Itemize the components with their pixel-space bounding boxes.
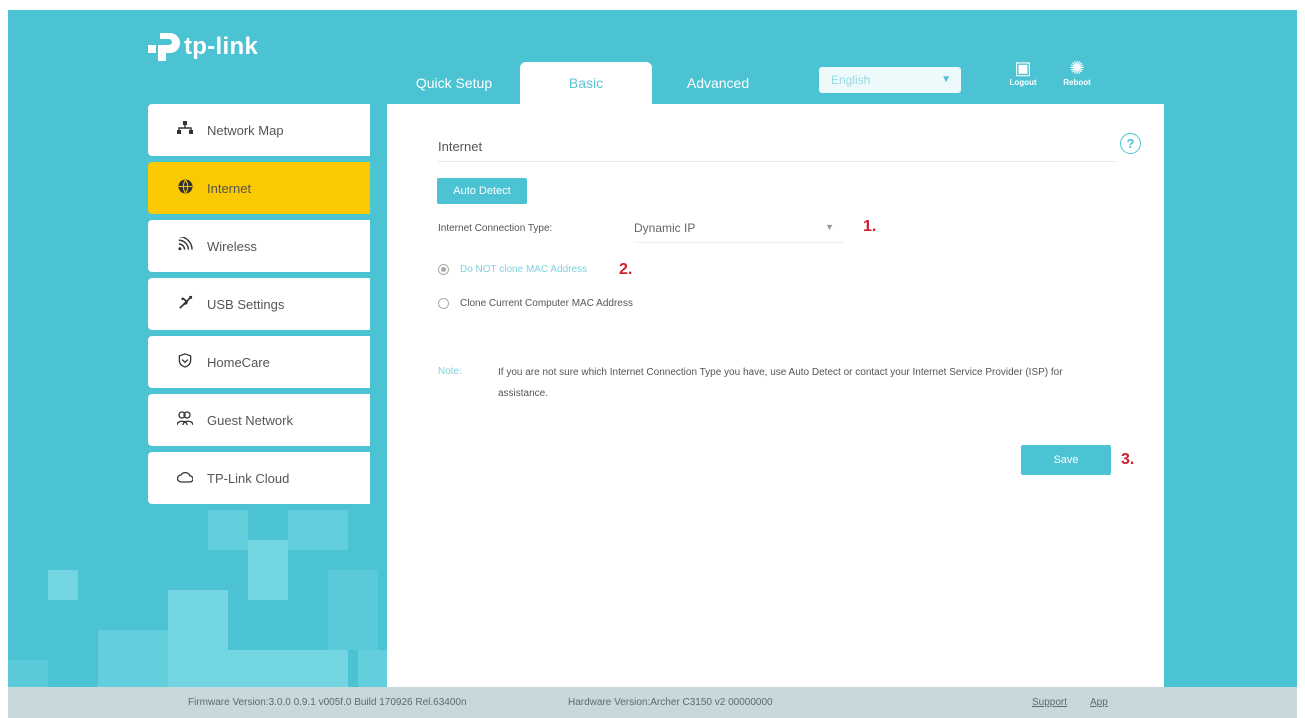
hardware-version: Hardware Version:Archer C3150 v2 0000000… bbox=[568, 697, 773, 708]
step-3-annotation: 3. bbox=[1121, 451, 1135, 468]
radio-label: Do NOT clone MAC Address bbox=[460, 264, 588, 275]
radio-selected-icon bbox=[438, 264, 449, 275]
radio-do-not-clone-mac[interactable]: Do NOT clone MAC Address bbox=[438, 264, 587, 275]
radio-unselected-icon bbox=[438, 298, 449, 309]
save-button[interactable]: Save bbox=[1021, 445, 1111, 475]
auto-detect-button[interactable]: Auto Detect bbox=[437, 178, 527, 204]
firmware-version: Firmware Version:3.0.0 0.9.1 v005f.0 Bui… bbox=[188, 697, 467, 708]
app-link[interactable]: App bbox=[1090, 697, 1108, 708]
chevron-down-icon: ▼ bbox=[825, 222, 834, 232]
sidebar-item-label: TP-Link Cloud bbox=[207, 470, 290, 486]
step-2-annotation: 2. bbox=[619, 261, 633, 278]
note-text: If you are not sure which Internet Conne… bbox=[498, 367, 1063, 399]
language-select[interactable]: English ▼ bbox=[819, 67, 961, 93]
decor-square bbox=[48, 570, 78, 600]
brand-name: tp-link bbox=[184, 33, 259, 60]
shield-icon bbox=[176, 352, 194, 372]
tab-basic[interactable]: Basic bbox=[520, 62, 652, 104]
logout-icon: ▣ bbox=[1014, 58, 1032, 78]
sidebar-item-label: Wireless bbox=[207, 238, 257, 254]
sidebar-item-usb-settings[interactable]: USB Settings bbox=[148, 278, 370, 330]
sidebar-item-guest-network[interactable]: Guest Network bbox=[148, 394, 370, 446]
reboot-label: Reboot bbox=[1063, 78, 1091, 87]
decor-square bbox=[288, 510, 348, 550]
guest-users-icon bbox=[176, 411, 194, 429]
footer: Firmware Version:3.0.0 0.9.1 v005f.0 Bui… bbox=[8, 687, 1297, 718]
connection-type-select[interactable]: Dynamic IP ▼ bbox=[634, 214, 844, 243]
note-label: Note: bbox=[438, 366, 462, 377]
cloud-icon bbox=[176, 470, 194, 487]
sidebar-item-internet[interactable]: Internet bbox=[148, 162, 370, 214]
globe-icon bbox=[176, 178, 194, 198]
decor-square bbox=[248, 540, 288, 600]
help-icon[interactable]: ? bbox=[1120, 133, 1141, 154]
tp-link-logo-icon bbox=[148, 33, 180, 61]
logout-label: Logout bbox=[1009, 78, 1037, 87]
wireless-icon bbox=[176, 235, 194, 255]
sidebar-item-label: Network Map bbox=[207, 122, 284, 138]
connection-type-label: Internet Connection Type: bbox=[438, 223, 553, 234]
decor-square bbox=[208, 510, 248, 550]
sidebar-item-label: HomeCare bbox=[207, 354, 270, 370]
section-title: Internet bbox=[438, 139, 483, 154]
sidebar-item-wireless[interactable]: Wireless bbox=[148, 220, 370, 272]
network-map-icon bbox=[176, 121, 194, 139]
connection-type-value: Dynamic IP bbox=[634, 221, 696, 235]
reboot-button[interactable]: ✺ Reboot bbox=[1057, 58, 1097, 87]
decor-square bbox=[168, 590, 228, 690]
decor-square bbox=[328, 570, 378, 650]
support-link[interactable]: Support bbox=[1032, 697, 1067, 708]
main-panel: Internet ? Auto Detect Internet Connecti… bbox=[387, 104, 1164, 694]
sidebar-item-network-map[interactable]: Network Map bbox=[148, 104, 370, 156]
sidebar-item-homecare[interactable]: HomeCare bbox=[148, 336, 370, 388]
chevron-down-icon: ▼ bbox=[941, 74, 951, 85]
sidebar-item-label: Internet bbox=[207, 180, 252, 196]
tab-advanced[interactable]: Advanced bbox=[662, 62, 774, 104]
sidebar-item-label: USB Settings bbox=[207, 296, 285, 312]
reboot-icon: ✺ bbox=[1069, 58, 1085, 78]
section-divider bbox=[438, 161, 1115, 162]
step-1-annotation: 1. bbox=[863, 218, 877, 235]
radio-clone-current-mac[interactable]: Clone Current Computer MAC Address bbox=[438, 298, 633, 309]
tp-link-logo: tp-link bbox=[146, 29, 258, 65]
language-value: English bbox=[831, 73, 871, 87]
sidebar-item-tp-link-cloud[interactable]: TP-Link Cloud bbox=[148, 452, 370, 504]
usb-icon bbox=[176, 295, 194, 314]
sidebar-item-label: Guest Network bbox=[207, 412, 293, 428]
tab-quick-setup[interactable]: Quick Setup bbox=[398, 62, 510, 104]
radio-label: Clone Current Computer MAC Address bbox=[460, 298, 633, 309]
logout-button[interactable]: ▣ Logout bbox=[1003, 58, 1043, 87]
